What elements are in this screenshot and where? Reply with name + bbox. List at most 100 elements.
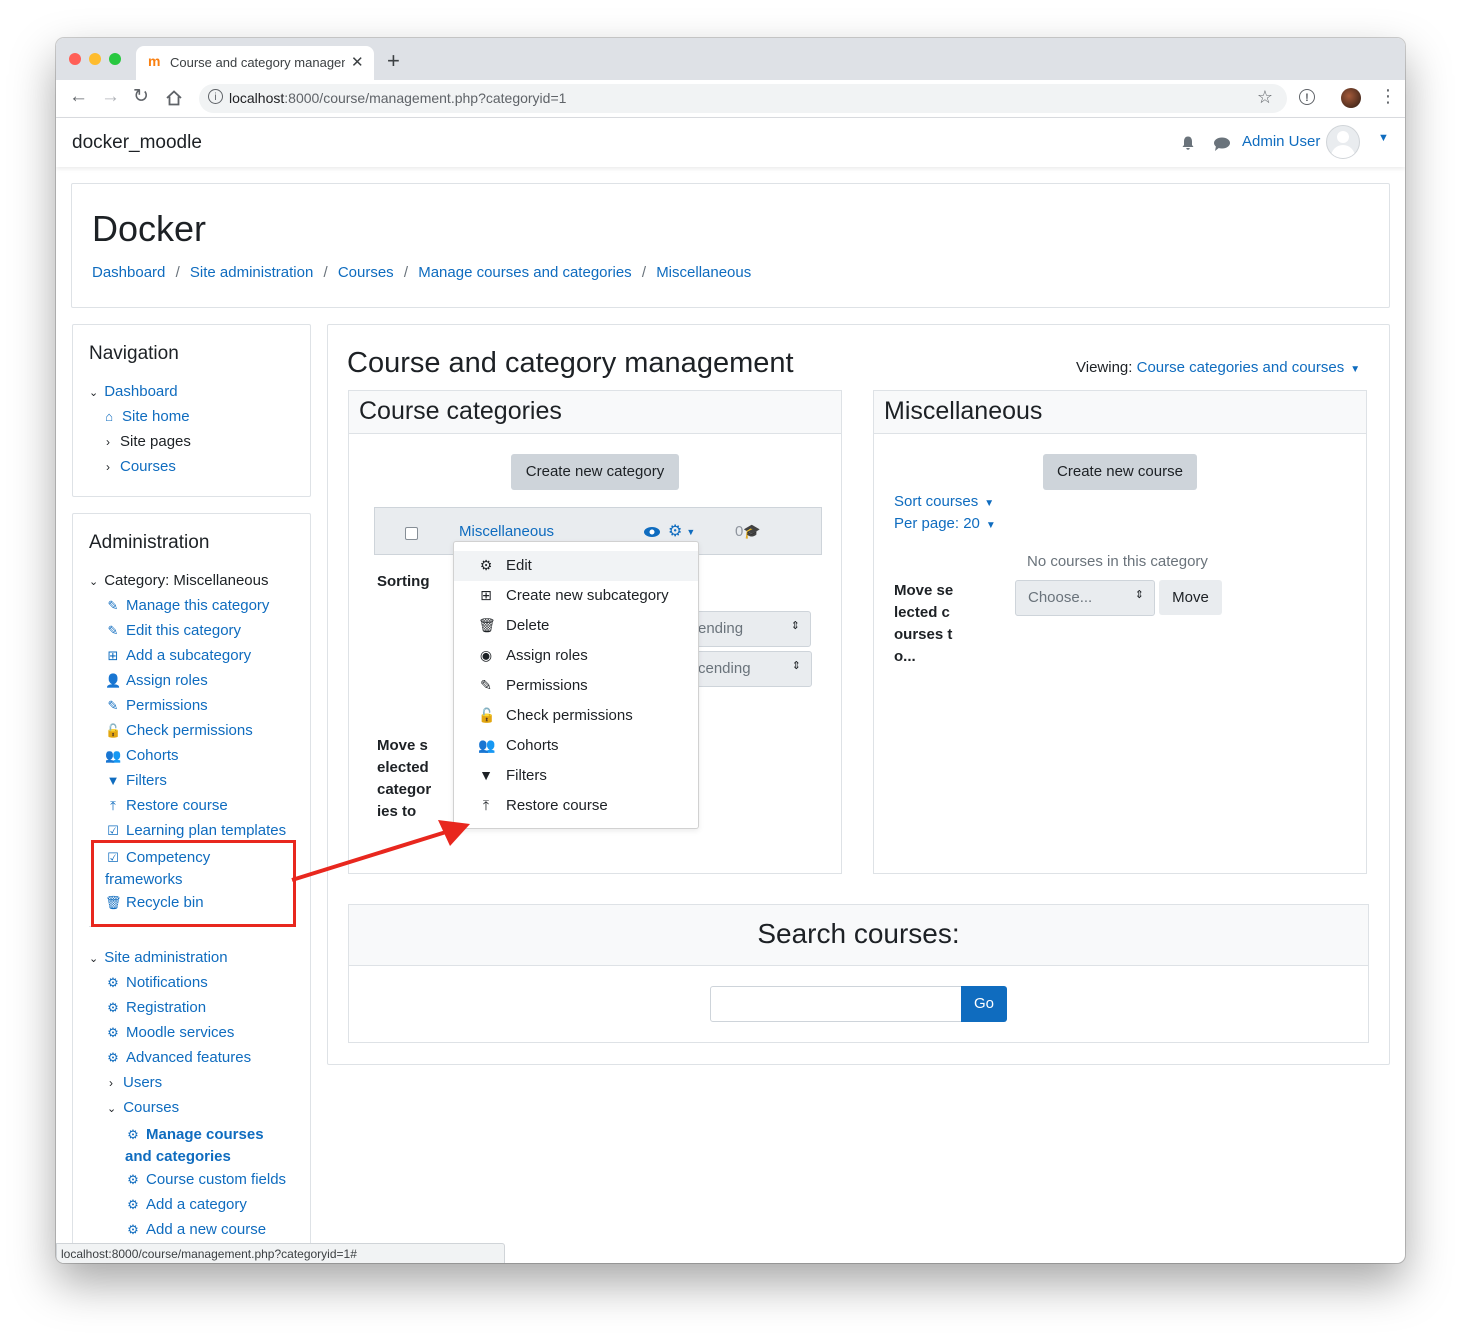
address-bar[interactable]: i localhost:8000/course/management.php?c… (199, 84, 1287, 113)
profile-avatar-icon[interactable] (1341, 88, 1361, 108)
search-courses-input[interactable] (710, 986, 962, 1022)
eye-icon[interactable] (643, 526, 661, 538)
site-admin-manage-courses[interactable]: ⚙ Manage courses and categories (125, 1124, 290, 1168)
menu-filters[interactable]: ▼ Filters (454, 761, 698, 791)
bookmark-star-icon[interactable]: ☆ (1257, 87, 1273, 108)
info-icon[interactable]: i (208, 89, 223, 104)
user-menu-caret-icon[interactable]: ▼ (1378, 132, 1389, 144)
extension-icon[interactable]: ! (1299, 89, 1315, 105)
notifications-bell-icon[interactable] (1180, 135, 1196, 151)
back-icon[interactable]: ← (69, 86, 88, 108)
admin-edit-category[interactable]: ✎ Edit this category (105, 622, 242, 639)
page-title: Docker (92, 208, 207, 249)
search-courses-title: Search courses: (757, 918, 960, 949)
edit-square-icon: ✎ (107, 698, 119, 713)
search-courses-panel: Search courses: Go (348, 904, 1369, 1043)
category-heading[interactable]: ⌄ Category: Miscellaneous (89, 572, 268, 589)
breadcrumb: Dashboard / Site administration / Course… (92, 264, 752, 281)
navigation-block: Navigation ⌄ Dashboard ⌂ Site home › Site p… (72, 324, 311, 497)
user-menu-name[interactable]: Admin User (1242, 133, 1320, 150)
site-navbar: docker_moodle Admin User ▼ (56, 118, 1405, 167)
page-header: Docker Dashboard / Site administration /… (71, 183, 1390, 308)
nav-site-home[interactable]: ⌂ Site home (101, 408, 189, 425)
sort-select-1[interactable]: ending ⇕ (689, 611, 811, 647)
menu-permissions[interactable]: ✎ Permissions (454, 671, 698, 701)
users-icon: 👥 (105, 748, 122, 763)
sort-courses-dropdown[interactable]: Sort courses ▼ (894, 493, 994, 510)
admin-check-permissions[interactable]: 🔓 Check permissions (105, 722, 253, 739)
gear-icon: ⚙ (107, 1050, 119, 1065)
pencil-icon: ✎ (107, 598, 119, 613)
nav-dashboard[interactable]: ⌄ Dashboard (89, 383, 178, 400)
categories-panel-header: Course categories (349, 391, 841, 434)
search-go-button[interactable]: Go (961, 986, 1007, 1022)
site-admin-advanced-features[interactable]: ⚙ Advanced features (105, 1049, 251, 1066)
users-icon: 👥 (478, 737, 496, 753)
move-courses-label: Move selected courses to... (894, 582, 954, 665)
menu-cohorts[interactable]: 👥 Cohorts (454, 731, 698, 761)
browser-tab[interactable]: m Course and category managem ✕ (136, 46, 374, 80)
close-window-button[interactable] (69, 53, 81, 65)
gear-icon: ⚙ (107, 1000, 119, 1015)
site-admin-notifications[interactable]: ⚙ Notifications (105, 974, 208, 991)
new-tab-icon[interactable]: + (387, 48, 400, 74)
admin-filters[interactable]: ▼ Filters (105, 772, 167, 789)
search-courses-header: Search courses: (349, 905, 1368, 966)
menu-check-permissions[interactable]: 🔓 Check permissions (454, 701, 698, 731)
menu-delete[interactable]: 🗑 Delete (454, 611, 698, 641)
sorting-label: Sorting (377, 573, 430, 590)
breadcrumb-manage-courses[interactable]: Manage courses and categories (418, 264, 631, 281)
url-text[interactable]: localhost:8000/course/management.php?cat… (229, 90, 566, 106)
menu-create-subcategory[interactable]: ⊞ Create new subcategory (454, 581, 698, 611)
minimize-window-button[interactable] (89, 53, 101, 65)
admin-learning-plan-templates[interactable]: ☑ Learning plan templates (105, 822, 286, 839)
gear-menu-icon[interactable]: ⚙ ▼ (668, 521, 695, 541)
move-courses-select[interactable]: Choose... ⇕ (1015, 580, 1155, 616)
nav-courses[interactable]: › Courses (106, 458, 176, 475)
breadcrumb-courses[interactable]: Courses (338, 264, 394, 281)
admin-permissions[interactable]: ✎ Permissions (105, 697, 208, 714)
admin-assign-roles[interactable]: 👤 Assign roles (105, 672, 208, 689)
admin-manage-category[interactable]: ✎ Manage this category (105, 597, 270, 614)
admin-restore-course[interactable]: ⤒ Restore course (105, 797, 228, 814)
sort-select-2[interactable]: cending ⇕ (689, 651, 812, 687)
breadcrumb-site-administration[interactable]: Site administration (190, 264, 313, 281)
nav-site-pages[interactable]: › Site pages (106, 433, 191, 450)
menu-restore-course[interactable]: ⤒ Restore course (454, 791, 698, 821)
site-admin-courses[interactable]: ⌄ Courses (107, 1099, 179, 1116)
create-new-category-button[interactable]: Create new category (511, 454, 679, 490)
maximize-window-button[interactable] (109, 53, 121, 65)
create-new-course-button[interactable]: Create new course (1043, 454, 1197, 490)
site-admin-registration[interactable]: ⚙ Registration (105, 999, 206, 1016)
empty-courses-text: No courses in this category (1027, 553, 1208, 570)
check-square-icon: ☑ (107, 823, 119, 838)
site-admin-moodle-services[interactable]: ⚙ Moodle services (105, 1024, 234, 1041)
category-link[interactable]: Miscellaneous (459, 523, 554, 540)
menu-edit[interactable]: ⚙ Edit (454, 551, 698, 581)
close-tab-icon[interactable]: ✕ (351, 53, 364, 71)
forward-icon[interactable]: → (101, 86, 120, 108)
per-page-dropdown[interactable]: Per page: 20 ▼ (894, 515, 996, 532)
admin-cohorts[interactable]: 👥 Cohorts (105, 747, 179, 764)
home-icon[interactable] (165, 89, 183, 107)
site-admin-add-category[interactable]: ⚙ Add a category (125, 1196, 247, 1213)
breadcrumb-miscellaneous[interactable]: Miscellaneous (656, 264, 751, 281)
breadcrumb-dashboard[interactable]: Dashboard (92, 264, 165, 281)
annotation-arrow-icon (291, 820, 470, 882)
user-avatar[interactable] (1326, 125, 1360, 159)
site-name[interactable]: docker_moodle (72, 132, 202, 154)
viewing-selector[interactable]: Viewing: Course categories and courses ▼ (1076, 359, 1360, 376)
category-checkbox[interactable] (405, 527, 418, 540)
messages-icon[interactable] (1213, 136, 1231, 152)
admin-add-subcategory[interactable]: ⊞ Add a subcategory (105, 647, 252, 664)
site-admin-users[interactable]: › Users (109, 1074, 162, 1091)
move-courses-button[interactable]: Move (1159, 580, 1222, 615)
reload-icon[interactable]: ↻ (133, 85, 149, 108)
site-admin-add-course[interactable]: ⚙ Add a new course (125, 1221, 266, 1238)
tab-title: Course and category managem (170, 55, 345, 70)
browser-menu-icon[interactable]: ⋮ (1379, 86, 1397, 106)
site-admin-course-custom-fields[interactable]: ⚙ Course custom fields (125, 1171, 286, 1188)
site-admin-heading[interactable]: ⌄ Site administration (89, 949, 228, 966)
menu-assign-roles[interactable]: ◉ Assign roles (454, 641, 698, 671)
filter-icon: ▼ (479, 767, 493, 783)
